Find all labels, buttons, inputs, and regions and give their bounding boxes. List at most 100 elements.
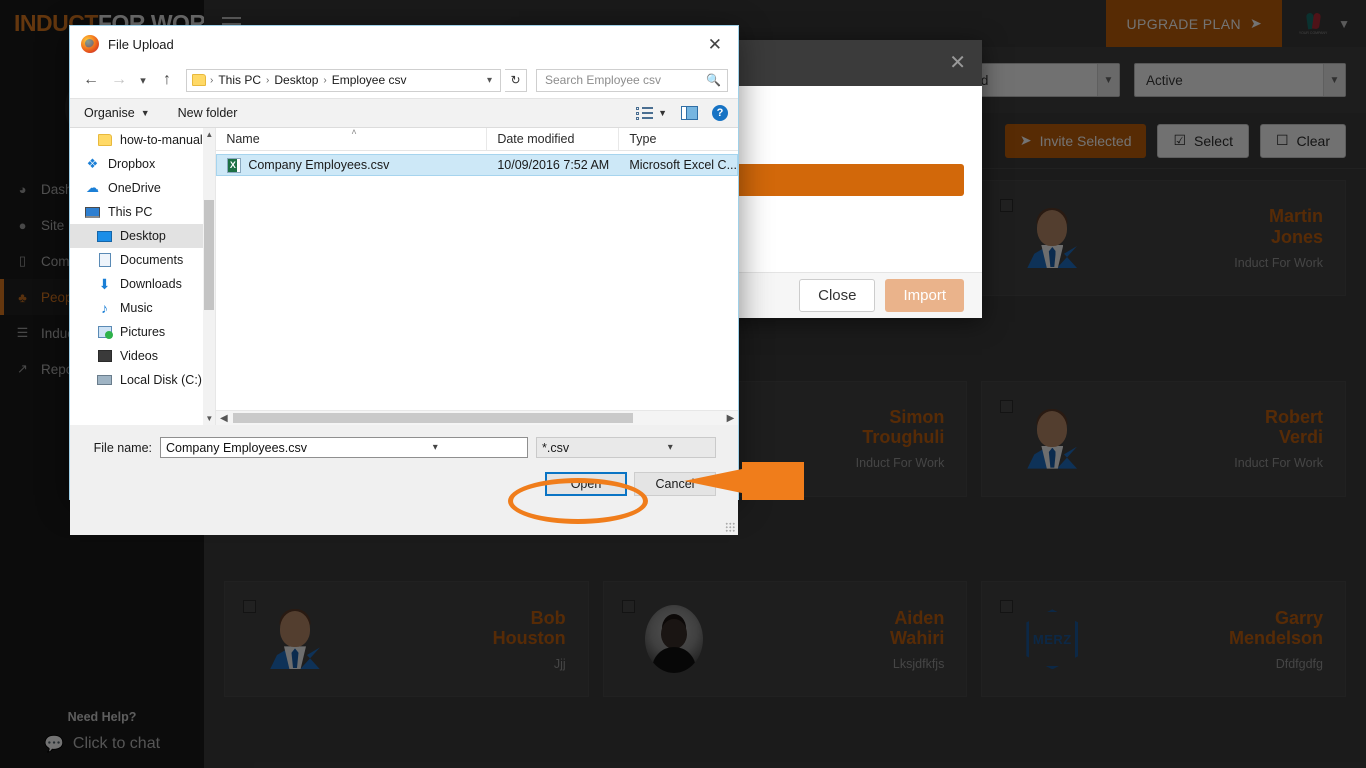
person-info: Simon Troughuli Induct For Work — [706, 407, 967, 470]
close-button[interactable]: Close — [799, 279, 876, 312]
tree-item-local-disk[interactable]: Local Disk (C:) — [70, 368, 215, 392]
column-header-type[interactable]: Type — [618, 128, 738, 150]
person-first-name: Aiden — [894, 607, 945, 628]
navigation-pane: how-to-manuall ❖ Dropbox ☁ OneDrive This… — [70, 128, 217, 425]
file-list-horizontal-scrollbar[interactable]: ◀ ▶ — [216, 410, 738, 425]
person-last-name: Wahiri — [889, 627, 945, 648]
tree-item-how-to-manuall[interactable]: how-to-manuall — [70, 128, 215, 152]
card-checkbox[interactable] — [1000, 600, 1014, 614]
tree-item-onedrive[interactable]: ☁ OneDrive — [70, 176, 215, 200]
navigation-pane-scrollbar[interactable]: ▲ ▼ — [203, 128, 216, 425]
person-photo-avatar — [644, 605, 703, 674]
help-button[interactable]: ? — [712, 105, 728, 121]
tree-item-this-pc[interactable]: This PC — [70, 200, 215, 224]
tree-item-label: This PC — [108, 205, 153, 219]
status-select-value: Active — [1146, 72, 1183, 88]
click-to-chat-button[interactable]: 💬 Click to chat — [0, 734, 204, 754]
tree-item-desktop[interactable]: Desktop — [70, 224, 216, 248]
breadcrumb-item-employee-csv[interactable]: Employee csv — [328, 73, 411, 87]
file-name-cell: Company Employees.csv — [217, 157, 487, 173]
file-name-row: File name: Company Employees.csv ▾ *.csv… — [70, 425, 738, 458]
invite-selected-button[interactable]: ➤ Invite Selected — [1004, 123, 1147, 158]
import-button[interactable]: Import — [885, 279, 964, 312]
person-card[interactable]: Bob Houston Jjj — [224, 581, 589, 698]
open-button[interactable]: Open — [545, 472, 627, 496]
chevron-down-icon[interactable]: ▾ — [481, 75, 498, 86]
organise-button[interactable]: Organise ▼ — [84, 106, 150, 120]
column-header-date-modified[interactable]: Date modified — [486, 128, 618, 150]
scrollbar-thumb[interactable] — [233, 413, 634, 423]
chevron-up-icon[interactable]: ▲ — [203, 128, 215, 141]
person-last-name: Houston — [492, 627, 566, 648]
search-field[interactable] — [545, 73, 707, 87]
downloads-icon: ⬇ — [98, 275, 111, 292]
person-info: Martin Jones Induct For Work — [1084, 206, 1345, 269]
new-folder-button[interactable]: New folder — [178, 106, 238, 120]
up-button[interactable]: ↑ — [155, 68, 179, 92]
tree-item-videos[interactable]: Videos — [70, 344, 215, 368]
scrollbar-track[interactable] — [231, 411, 723, 425]
person-card[interactable]: Martin Jones Induct For Work — [981, 180, 1346, 296]
breadcrumb-item-this-pc[interactable]: This PC — [214, 73, 265, 87]
tree-item-label: Local Disk (C:) — [120, 373, 202, 387]
user-menu[interactable]: YOUR COMPANY ▼ — [1282, 9, 1366, 39]
column-header-name[interactable]: ˄ Name — [216, 127, 486, 150]
person-first-name: Martin — [1268, 206, 1323, 227]
resize-grip[interactable] — [725, 522, 735, 532]
card-checkbox[interactable] — [1000, 399, 1014, 413]
cancel-button[interactable]: Cancel — [634, 472, 716, 496]
upgrade-plan-label: UPGRADE PLAN — [1126, 15, 1241, 32]
close-icon[interactable]: ✕ — [949, 53, 966, 73]
status-select[interactable]: Active ▼ — [1134, 63, 1346, 97]
chevron-down-icon[interactable]: ▼ — [203, 412, 215, 425]
breadcrumb[interactable]: › This PC › Desktop › Employee csv ▾ — [186, 68, 501, 92]
checkbox-empty-icon: ☐ — [1275, 132, 1289, 148]
file-type-select[interactable]: *.csv ▾ — [536, 437, 716, 458]
dialog-button-row: Open Cancel — [70, 458, 738, 496]
list-view-icon — [636, 106, 654, 120]
chevron-left-icon[interactable]: ◀ — [216, 413, 231, 424]
card-checkbox[interactable] — [243, 600, 256, 614]
select-button[interactable]: ☑ Select — [1157, 123, 1249, 158]
forward-button[interactable]: → — [107, 68, 131, 92]
file-name-input[interactable]: Company Employees.csv ▾ — [160, 437, 528, 458]
scrollbar-thumb[interactable] — [204, 200, 215, 310]
chevron-right-icon[interactable]: ▶ — [723, 413, 738, 424]
clear-button[interactable]: ☐ Clear — [1259, 123, 1346, 158]
firefox-icon — [81, 35, 99, 53]
tree-item-label: Downloads — [120, 277, 182, 291]
refresh-icon[interactable]: ↻ — [505, 68, 527, 92]
select-label: Select — [1194, 132, 1233, 149]
recent-locations-button[interactable]: ▾ — [135, 68, 151, 92]
tree-item-label: Desktop — [120, 229, 166, 243]
tree-item-documents[interactable]: Documents — [70, 248, 215, 272]
merz-logo-icon: MERZ — [1022, 607, 1082, 671]
person-card[interactable]: Aiden Wahiri Lksjdfkfjs — [602, 581, 968, 698]
close-icon[interactable]: ✕ — [700, 34, 730, 55]
tree-item-pictures[interactable]: Pictures — [70, 320, 215, 344]
back-button[interactable]: ← — [79, 68, 103, 92]
view-options-button[interactable]: ▼ — [636, 106, 667, 120]
person-avatar-icon — [1020, 407, 1084, 471]
person-card[interactable]: MERZ Garry Mendelson Dfdfgdfg — [981, 581, 1346, 698]
sort-ascending-icon: ˄ — [351, 127, 357, 137]
upgrade-plan-button[interactable]: UPGRADE PLAN ➤ — [1106, 0, 1283, 47]
tree-item-label: how-to-manuall — [120, 133, 206, 147]
tree-item-music[interactable]: ♪ Music — [70, 296, 215, 320]
search-input[interactable]: 🔍 — [536, 68, 728, 92]
file-row[interactable]: Company Employees.csv 10/09/2016 7:52 AM… — [216, 154, 738, 176]
tree-item-label: Dropbox — [108, 157, 156, 171]
breadcrumb-item-desktop[interactable]: Desktop — [270, 73, 322, 87]
card-checkbox[interactable] — [621, 600, 635, 614]
invite-selected-label: Invite Selected — [1039, 132, 1132, 149]
preview-pane-icon — [681, 106, 698, 120]
tree-item-downloads[interactable]: ⬇ Downloads — [70, 272, 215, 296]
preview-pane-button[interactable] — [681, 106, 698, 120]
pictures-icon — [96, 326, 113, 339]
tree-item-dropbox[interactable]: ❖ Dropbox — [70, 152, 215, 176]
card-checkbox[interactable] — [1000, 199, 1014, 212]
person-card[interactable]: Robert Verdi Induct For Work — [981, 380, 1346, 497]
chevron-down-icon[interactable]: ▾ — [628, 442, 714, 453]
person-last-name: Jones — [1270, 226, 1323, 247]
chevron-down-icon[interactable]: ▾ — [346, 442, 526, 453]
